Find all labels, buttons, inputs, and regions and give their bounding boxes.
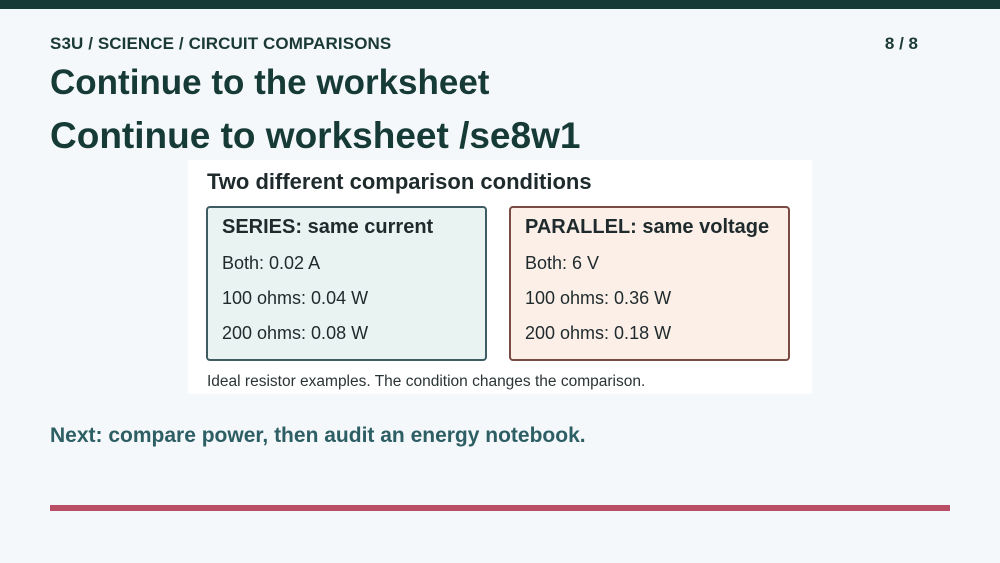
panel-heading: Two different comparison conditions [207, 169, 592, 194]
page-subtitle: Continue to worksheet /se8w1 [50, 115, 581, 156]
parallel-card: PARALLEL: same voltage Both: 6 V 100 ohm… [509, 206, 790, 361]
top-bar [0, 0, 1000, 9]
series-card-title: SERIES: same current [222, 216, 434, 238]
series-card-line: 100 ohms: 0.04 W [222, 288, 369, 308]
breadcrumb: S3U / SCIENCE / CIRCUIT COMPARISONS [50, 34, 392, 53]
page-title: Continue to the worksheet [50, 63, 490, 102]
parallel-card-line: Both: 6 V [525, 253, 600, 273]
accent-bar [50, 505, 950, 511]
page-counter: 8 / 8 [884, 34, 918, 53]
parallel-card-line: 100 ohms: 0.36 W [525, 288, 672, 308]
series-card-line: 200 ohms: 0.08 W [222, 323, 369, 343]
series-card: SERIES: same current Both: 0.02 A 100 oh… [206, 206, 487, 361]
parallel-card-title: PARALLEL: same voltage [525, 216, 770, 238]
next-step-text: Next: compare power, then audit an energ… [50, 424, 586, 447]
series-card-line: Both: 0.02 A [222, 253, 321, 273]
panel-caption: Ideal resistor examples. The condition c… [207, 373, 646, 390]
comparison-panel: Two different comparison conditions SERI… [188, 160, 812, 394]
parallel-card-line: 200 ohms: 0.18 W [525, 323, 672, 343]
